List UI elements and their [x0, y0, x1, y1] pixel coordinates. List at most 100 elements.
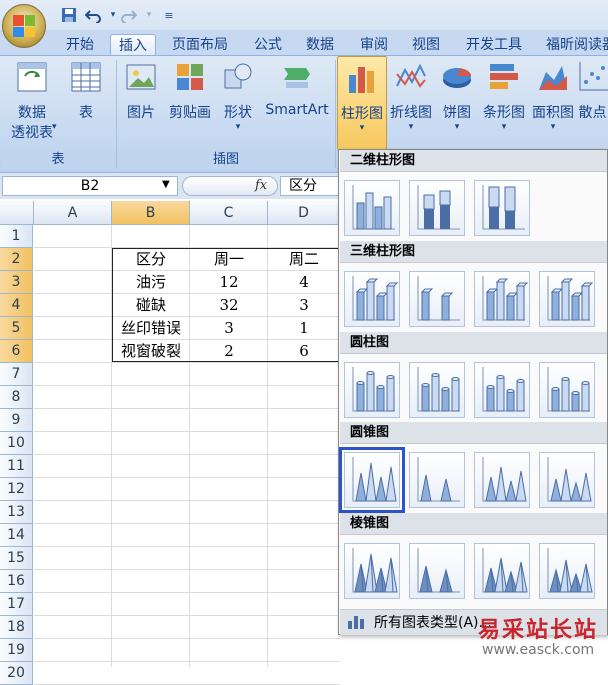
scatter-chart-label: 散点 — [578, 105, 607, 121]
chart-subtype-pyr-2[interactable] — [409, 543, 465, 599]
pivot-dropdown-icon: ▾ — [52, 122, 57, 132]
row-header[interactable]: 15 — [0, 547, 33, 570]
tab-data[interactable]: 数据 — [298, 34, 342, 56]
chart-subtype-3d-4[interactable] — [539, 271, 595, 327]
tab-insert[interactable]: 插入 — [110, 34, 156, 56]
customize-qat-icon[interactable]: ≡ — [160, 6, 178, 24]
shapes-dropdown-icon: ▾ — [235, 122, 241, 132]
smartart-label: SmartArt — [265, 102, 329, 118]
redo-dropdown-icon[interactable]: ▾ — [140, 6, 158, 24]
row-header[interactable]: 9 — [0, 409, 33, 432]
name-box-dropdown-icon[interactable]: ▼ — [162, 179, 170, 190]
tab-home[interactable]: 开始 — [58, 34, 102, 56]
chart-subtype-3d-3[interactable] — [474, 271, 530, 327]
chart-subtype-2d-2[interactable] — [409, 180, 465, 236]
chart-subtype-cone-2[interactable] — [409, 452, 465, 508]
tab-view[interactable]: 视图 — [404, 34, 448, 56]
row-header[interactable]: 3 — [0, 271, 33, 294]
row-header[interactable]: 1 — [0, 225, 33, 248]
table-header-cell[interactable]: 区分 — [112, 248, 190, 271]
area-chart-icon — [539, 66, 567, 90]
chart-subtype-2d-1[interactable] — [344, 180, 400, 236]
table-cell[interactable]: 3 — [268, 294, 340, 317]
bar-chart-button[interactable]: 条形图 ▾ — [479, 56, 529, 132]
formula-input[interactable]: 区分 — [280, 176, 340, 196]
scatter-chart-button[interactable]: 散点 — [577, 56, 608, 122]
gridline-h — [34, 431, 340, 432]
name-box[interactable]: B2 — [2, 176, 178, 196]
row-header[interactable]: 6 — [0, 340, 33, 363]
column-header-c[interactable]: C — [190, 201, 268, 225]
row-header[interactable]: 14 — [0, 524, 33, 547]
row-header[interactable]: 7 — [0, 363, 33, 386]
row-header[interactable]: 12 — [0, 478, 33, 501]
pie-chart-button[interactable]: 饼图 ▾ — [435, 56, 479, 132]
table-button[interactable]: 表 — [60, 56, 112, 122]
tab-foxit-reader[interactable]: 福昕阅读器 — [538, 34, 608, 56]
picture-button[interactable]: 图片 — [118, 56, 164, 122]
tab-developer[interactable]: 开发工具 — [458, 34, 530, 56]
chart-subtype-3d-1[interactable] — [344, 271, 400, 327]
chart-subtype-cyl-2[interactable] — [409, 362, 465, 418]
row-header[interactable]: 11 — [0, 455, 33, 478]
chart-subtype-cyl-1[interactable] — [344, 362, 400, 418]
table-cell[interactable]: 12 — [190, 271, 268, 294]
table-cell[interactable]: 2 — [190, 340, 268, 363]
tab-page-layout[interactable]: 页面布局 — [164, 34, 236, 56]
ribbon-tabs: 开始 插入 页面布局 公式 数据 审阅 视图 开发工具 福昕阅读器 — [0, 30, 608, 56]
chart-subtype-cone-3[interactable] — [474, 452, 530, 508]
insert-function-icon[interactable]: fx — [255, 178, 267, 193]
clipart-button[interactable]: 剪贴画 — [164, 56, 216, 122]
row-header[interactable]: 20 — [0, 662, 33, 685]
table-cell[interactable]: 碰缺 — [112, 294, 190, 317]
table-cell[interactable]: 丝印错误 — [112, 317, 190, 340]
table-cell[interactable]: 32 — [190, 294, 268, 317]
table-cell[interactable]: 6 — [268, 340, 340, 363]
chart-subtype-pyr-3[interactable] — [474, 543, 530, 599]
table-header-cell[interactable]: 周二 — [268, 248, 340, 271]
row-header[interactable]: 5 — [0, 317, 33, 340]
column-header-d[interactable]: D — [268, 201, 340, 225]
row-header[interactable]: 19 — [0, 639, 33, 662]
row-header[interactable]: 16 — [0, 570, 33, 593]
column-header-b[interactable]: B — [112, 201, 190, 225]
chart-subtype-cyl-3[interactable] — [474, 362, 530, 418]
undo-icon[interactable] — [84, 6, 102, 24]
chart-subtype-3d-2[interactable] — [409, 271, 465, 327]
redo-icon[interactable] — [120, 6, 138, 24]
chart-subtype-cone-1[interactable] — [339, 447, 405, 513]
column-chart-label: 柱形图 — [341, 106, 383, 122]
formula-bar: B2 ▼ fx 区分 — [0, 173, 340, 199]
area-chart-button[interactable]: 面积图 ▾ — [529, 56, 577, 132]
row-header[interactable]: 17 — [0, 593, 33, 616]
smartart-button[interactable]: SmartArt — [260, 56, 334, 118]
row-header[interactable]: 4 — [0, 294, 33, 317]
chart-subtype-cone-4[interactable] — [539, 452, 595, 508]
row-header[interactable]: 18 — [0, 616, 33, 639]
save-icon[interactable] — [60, 6, 78, 24]
table-cell[interactable]: 1 — [268, 317, 340, 340]
table-cell[interactable]: 4 — [268, 271, 340, 294]
chart-subtype-cyl-4[interactable] — [539, 362, 595, 418]
tab-review[interactable]: 审阅 — [352, 34, 396, 56]
row-header[interactable]: 8 — [0, 386, 33, 409]
column-chart-button[interactable]: 柱形图 ▾ — [337, 56, 387, 150]
row-header[interactable]: 2 — [0, 248, 33, 271]
shapes-button[interactable]: 形状 ▾ — [216, 56, 260, 132]
row-header[interactable]: 13 — [0, 501, 33, 524]
row-header[interactable]: 10 — [0, 432, 33, 455]
office-button[interactable] — [2, 4, 46, 48]
smartart-icon — [284, 68, 310, 88]
table-cell[interactable]: 视窗破裂 — [112, 340, 190, 363]
tab-formulas[interactable]: 公式 — [246, 34, 290, 56]
column-header-a[interactable]: A — [34, 201, 112, 225]
table-cell[interactable]: 3 — [190, 317, 268, 340]
chart-subtype-pyr-4[interactable] — [539, 543, 595, 599]
table-header-cell[interactable]: 周一 — [190, 248, 268, 271]
gallery-section-header: 三维柱形图 — [340, 241, 607, 263]
table-cell[interactable]: 油污 — [112, 271, 190, 294]
chart-subtype-pyr-1[interactable] — [344, 543, 400, 599]
line-chart-button[interactable]: 折线图 ▾ — [387, 56, 435, 132]
chart-subtype-2d-3[interactable] — [474, 180, 530, 236]
select-all-corner[interactable] — [0, 201, 34, 225]
